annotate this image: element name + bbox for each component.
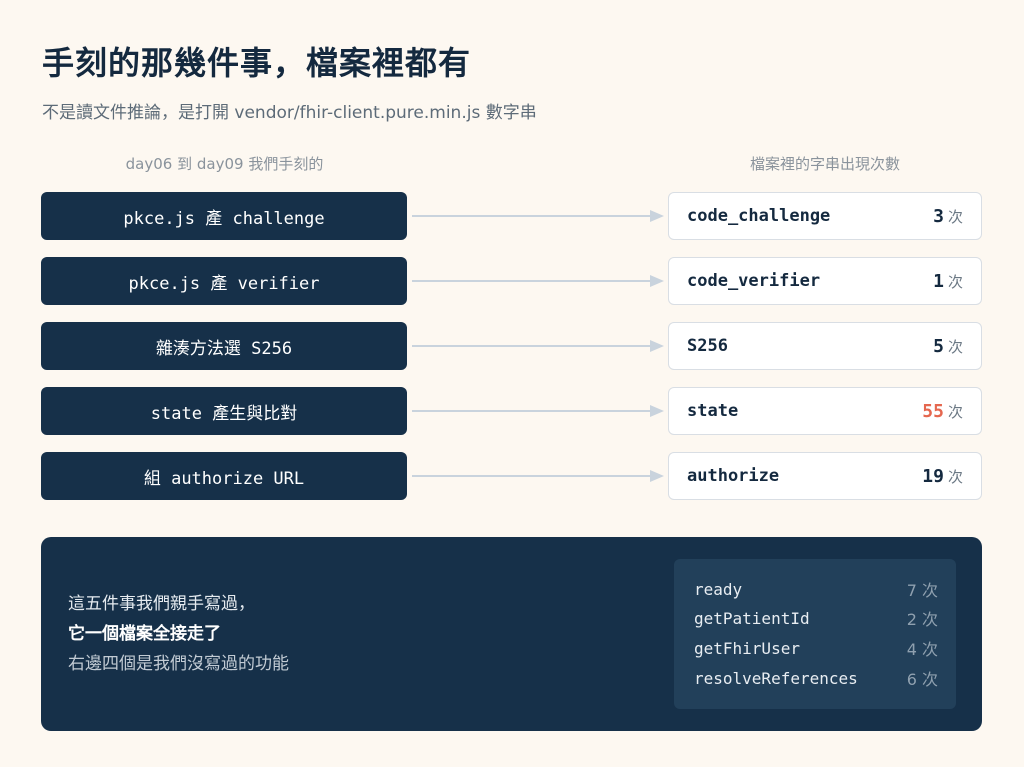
handmade-item: state 產生與比對: [41, 387, 407, 435]
string-name: S256: [687, 336, 728, 356]
count-unit: 次: [947, 207, 963, 226]
string-name: code_verifier: [687, 271, 821, 291]
list-item: getPatientId 2 次: [694, 603, 938, 633]
function-count: 7 次: [906, 581, 938, 600]
page-title: 手刻的那幾件事，檔案裡都有: [42, 44, 472, 82]
summary-line-3: 右邊四個是我們沒寫過的功能: [68, 654, 289, 674]
list-item: getFhirUser 4 次: [694, 633, 938, 663]
string-count-card: code_verifier 1次: [668, 257, 982, 305]
occurrence-count: 1: [933, 270, 944, 292]
handmade-item: pkce.js 產 challenge: [41, 192, 407, 240]
arrow-right-icon: [412, 210, 664, 222]
function-count: 6 次: [906, 670, 938, 689]
mapping-row: state 產生與比對 state 55 次: [0, 387, 1024, 435]
count-unit: 次: [947, 402, 963, 421]
string-count-card: state 55 次: [668, 387, 982, 435]
count-unit: 次: [947, 272, 963, 291]
count-unit: 次: [947, 467, 963, 486]
handmade-item: pkce.js 產 verifier: [41, 257, 407, 305]
function-name: ready: [694, 579, 743, 599]
function-count: 4 次: [906, 640, 938, 659]
arrow-right-icon: [412, 405, 664, 417]
arrow-right-icon: [412, 340, 664, 352]
function-name: resolveReferences: [694, 668, 858, 688]
occurrence-count: 3: [933, 205, 944, 227]
string-count-card: code_challenge 3次: [668, 192, 982, 240]
arrow-right-icon: [412, 275, 664, 287]
string-name: authorize: [687, 466, 780, 486]
string-count-card: authorize 19 次: [668, 452, 982, 500]
string-count-card: S256 5次: [668, 322, 982, 370]
list-item: resolveReferences 6 次: [694, 663, 938, 693]
list-item: ready 7 次: [694, 574, 938, 604]
occurrence-count: 19: [922, 465, 944, 487]
handmade-item: 雜湊方法選 S256: [41, 322, 407, 370]
mapping-row: pkce.js 產 verifier code_verifier 1次: [0, 257, 1024, 305]
summary-line-1: 這五件事我們親手寫過，: [68, 594, 255, 614]
arrow-right-icon: [412, 470, 664, 482]
page-subtitle: 不是讀文件推論，是打開 vendor/fhir-client.pure.min.…: [42, 103, 537, 123]
string-name: state: [687, 401, 739, 421]
right-column-header: 檔案裡的字串出現次數: [749, 155, 900, 173]
function-name: getFhirUser: [694, 638, 800, 658]
extra-functions-list: ready 7 次 getPatientId 2 次 getFhirUser 4…: [674, 559, 956, 709]
occurrence-count-highlight: 55: [922, 400, 944, 422]
string-name: code_challenge: [687, 206, 831, 226]
count-unit: 次: [947, 337, 963, 356]
mapping-row: 雜湊方法選 S256 S256 5次: [0, 322, 1024, 370]
handmade-item: 組 authorize URL: [41, 452, 407, 500]
function-count: 2 次: [906, 610, 938, 629]
mapping-row: 組 authorize URL authorize 19 次: [0, 452, 1024, 500]
left-column-header: day06 到 day09 我們手刻的: [125, 155, 324, 173]
function-name: getPatientId: [694, 608, 810, 628]
summary-text: 這五件事我們親手寫過， 它一個檔案全接走了 右邊四個是我們沒寫過的功能: [68, 589, 289, 679]
summary-line-2: 它一個檔案全接走了: [68, 624, 221, 644]
occurrence-count: 5: [933, 335, 944, 357]
mapping-row: pkce.js 產 challenge code_challenge 3次: [0, 192, 1024, 240]
summary-panel: 這五件事我們親手寫過， 它一個檔案全接走了 右邊四個是我們沒寫過的功能 read…: [41, 537, 982, 731]
